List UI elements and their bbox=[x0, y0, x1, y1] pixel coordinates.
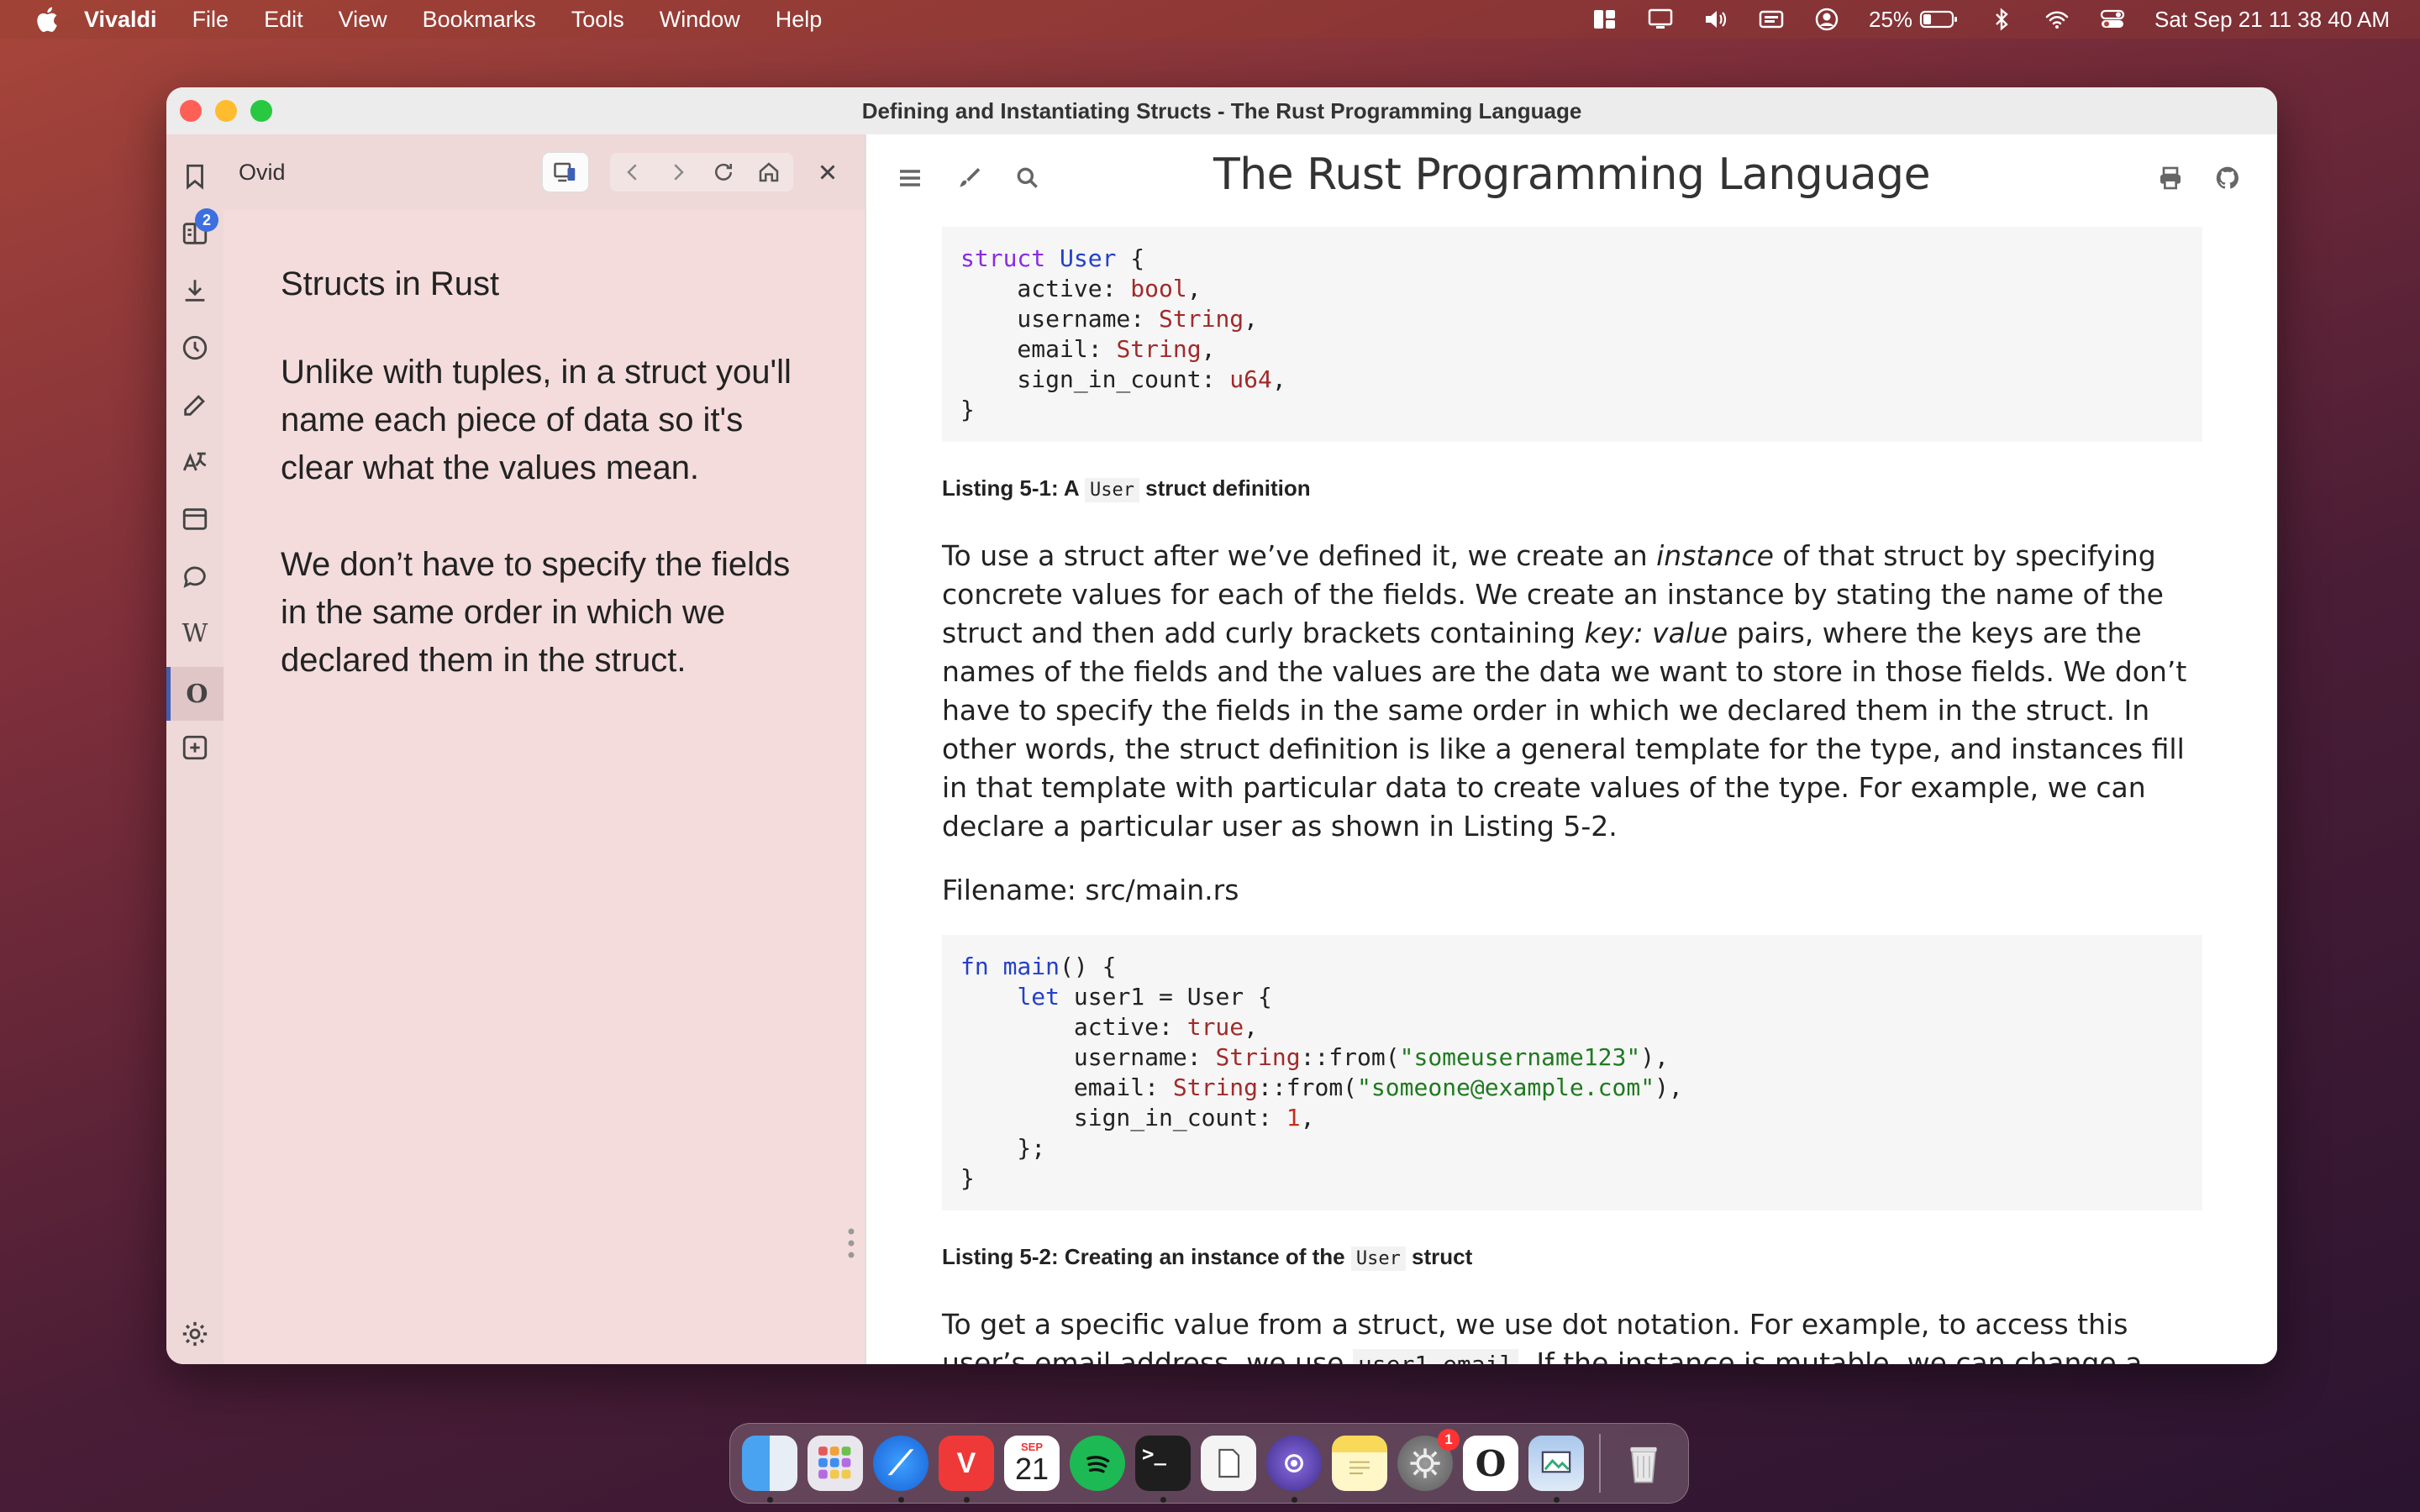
preview-icon[interactable] bbox=[1201, 1436, 1256, 1491]
title-bar[interactable]: Defining and Instantiating Structs - The… bbox=[166, 87, 2277, 135]
caption-text: Listing 5-2: Creating an instance of the bbox=[942, 1244, 1351, 1269]
filename-label: Filename: src/main.rs bbox=[942, 874, 1239, 906]
notes-icon[interactable] bbox=[176, 386, 213, 423]
main-content: The Rust Programming Language struct Use… bbox=[866, 134, 2277, 1364]
window-controls bbox=[180, 100, 272, 122]
book-toolbar: The Rust Programming Language bbox=[866, 134, 2277, 223]
web-panel-heading: Structs in Rust bbox=[281, 265, 500, 302]
finder-icon[interactable] bbox=[742, 1436, 797, 1503]
ovid-icon[interactable]: O bbox=[166, 667, 224, 721]
code-block-listing-5-2[interactable]: fn main() { let user1 = User { active: t… bbox=[942, 935, 2202, 1210]
wikipedia-icon[interactable]: W bbox=[176, 615, 213, 652]
dock-separator bbox=[1599, 1434, 1601, 1493]
battery-icon[interactable] bbox=[1919, 8, 1960, 31]
add-panel-icon[interactable] bbox=[176, 729, 213, 766]
paragraph-text: To use a struct after we’ve defined it, … bbox=[942, 539, 1657, 572]
listing-caption: Listing 5-1: A User struct definition bbox=[942, 475, 2202, 502]
emphasis-text: instance bbox=[1656, 539, 1774, 572]
github-icon[interactable] bbox=[2209, 160, 2246, 197]
home-icon[interactable] bbox=[746, 153, 792, 192]
reload-icon[interactable] bbox=[701, 153, 746, 192]
caption-text: struct bbox=[1405, 1244, 1473, 1269]
user-account-icon[interactable] bbox=[1813, 8, 1840, 31]
launchpad-icon[interactable] bbox=[808, 1436, 863, 1491]
menu-help[interactable]: Help bbox=[776, 7, 823, 33]
download-icon[interactable] bbox=[176, 272, 213, 309]
battery-percent: 25% bbox=[1869, 6, 1913, 32]
caption-text: Listing 5-1: A bbox=[942, 475, 1085, 501]
gear-icon[interactable] bbox=[176, 1315, 213, 1352]
reading-list-badge: 2 bbox=[195, 208, 218, 232]
vivaldi-icon[interactable]: V bbox=[939, 1436, 994, 1503]
safari-icon[interactable]: ⟋ bbox=[873, 1436, 929, 1503]
close-window-button[interactable] bbox=[180, 100, 202, 122]
chat-icon[interactable] bbox=[176, 558, 213, 595]
window-icon[interactable] bbox=[176, 501, 213, 538]
keyboard-input-icon[interactable] bbox=[1758, 8, 1785, 31]
listing-caption: Listing 5-2: Creating an instance of the… bbox=[942, 1244, 2202, 1271]
web-panel: Ovid Structs in Rust Unlike with tuples,… bbox=[224, 134, 866, 1364]
minimize-window-button[interactable] bbox=[215, 100, 237, 122]
menu-view[interactable]: View bbox=[339, 7, 387, 33]
reading-list-icon[interactable]: 2 bbox=[176, 208, 218, 252]
mobile-view-toggle-icon[interactable] bbox=[543, 153, 588, 192]
caption-code: User bbox=[1350, 1247, 1406, 1271]
trash-icon[interactable] bbox=[1616, 1436, 1671, 1491]
control-center-icon[interactable] bbox=[2099, 8, 2126, 31]
system-settings-icon[interactable]: 1 bbox=[1397, 1429, 1460, 1491]
browser-window: Defining and Instantiating Structs - The… bbox=[166, 87, 2277, 1364]
bluetooth-icon[interactable] bbox=[1988, 8, 2015, 31]
volume-icon[interactable] bbox=[1702, 8, 1729, 31]
stage-manager-icon[interactable] bbox=[1591, 8, 1618, 31]
calendar-day: 21 bbox=[1014, 1452, 1050, 1486]
web-panel-content: Structs in Rust Unlike with tuples, in a… bbox=[281, 260, 818, 733]
apple-menu-icon[interactable] bbox=[34, 5, 59, 34]
web-panel-title: Ovid bbox=[239, 159, 286, 185]
notes-app-icon[interactable] bbox=[1332, 1436, 1387, 1491]
chapter-content: struct User { active: bool, username: St… bbox=[942, 227, 2202, 1364]
menu-edit[interactable]: Edit bbox=[264, 7, 303, 33]
wifi-icon[interactable] bbox=[2044, 8, 2070, 31]
bookmark-icon[interactable] bbox=[176, 158, 213, 195]
spotify-icon[interactable] bbox=[1070, 1436, 1125, 1491]
emphasis-text: key: value bbox=[1584, 617, 1728, 649]
code-block-listing-5-1[interactable]: struct User { active: bool, username: St… bbox=[942, 227, 2202, 442]
book-title[interactable]: The Rust Programming Language bbox=[866, 150, 2277, 200]
web-panel-header: Ovid bbox=[224, 134, 865, 210]
paragraph-text: pairs, where the keys are the names of t… bbox=[942, 617, 2187, 843]
caption-code: User bbox=[1084, 478, 1139, 502]
dock: ⟋ V SEP 21 >_ 1 O bbox=[729, 1423, 1689, 1504]
display-icon[interactable] bbox=[1647, 8, 1674, 31]
forward-icon[interactable] bbox=[655, 153, 701, 192]
window-title: Defining and Instantiating Structs - The… bbox=[861, 97, 1582, 123]
print-icon[interactable] bbox=[2152, 160, 2189, 197]
paragraph: To get a specific value from a struct, w… bbox=[942, 1305, 2202, 1364]
inline-code: user1.email bbox=[1352, 1349, 1519, 1364]
translate-icon[interactable] bbox=[176, 444, 213, 480]
preview-image-icon[interactable] bbox=[1528, 1436, 1584, 1503]
settings-notification-badge: 1 bbox=[1438, 1429, 1460, 1451]
caption-text: struct definition bbox=[1139, 475, 1311, 501]
panel-bar: 2 W O bbox=[166, 134, 224, 1364]
ovid-app-icon[interactable]: O bbox=[1463, 1436, 1518, 1491]
back-icon[interactable] bbox=[610, 153, 655, 192]
zoom-window-button[interactable] bbox=[250, 100, 272, 122]
menu-bar: Vivaldi File Edit View Bookmarks Tools W… bbox=[0, 0, 2420, 39]
terminal-icon[interactable]: >_ bbox=[1135, 1436, 1191, 1503]
menu-bookmarks[interactable]: Bookmarks bbox=[423, 7, 536, 33]
menu-window[interactable]: Window bbox=[660, 7, 740, 33]
web-panel-paragraph: We don’t have to specify the fields in t… bbox=[281, 546, 791, 679]
menu-file[interactable]: File bbox=[192, 7, 229, 33]
menubar-clock[interactable]: Sat Sep 21 11 38 40 AM bbox=[2154, 7, 2390, 33]
menu-app-name[interactable]: Vivaldi bbox=[84, 7, 157, 33]
paragraph: To use a struct after we’ve defined it, … bbox=[942, 537, 2202, 846]
menu-tools[interactable]: Tools bbox=[571, 7, 624, 33]
web-panel-paragraph: Unlike with tuples, in a struct you'll n… bbox=[281, 354, 792, 486]
history-icon[interactable] bbox=[176, 329, 213, 366]
close-panel-icon[interactable] bbox=[805, 153, 850, 192]
panel-resize-handle-icon[interactable] bbox=[847, 1226, 855, 1260]
screenshot-icon[interactable] bbox=[1266, 1436, 1322, 1503]
calendar-icon[interactable]: SEP 21 bbox=[1004, 1436, 1060, 1491]
